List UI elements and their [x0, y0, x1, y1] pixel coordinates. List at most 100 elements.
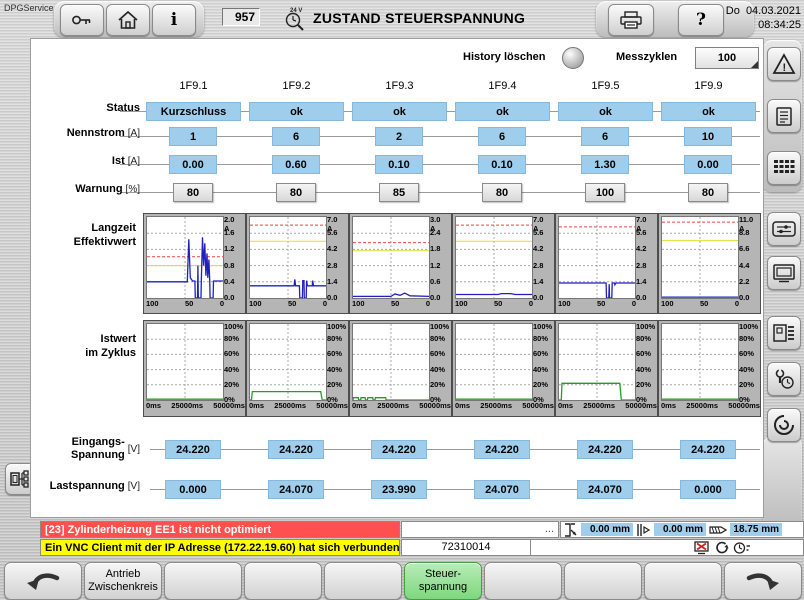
istwert-chart-1F9.1: 100%80%60%40%20%0% 0ms25000ms50000ms: [143, 320, 246, 417]
voltage-check-icon: 24 V: [282, 6, 308, 32]
eingang-value: 24.220: [680, 440, 736, 459]
status-row-label: Status: [0, 102, 140, 114]
istwert-chart-1F9.3: 100%80%60%40%20%0%0ms25000ms50000ms: [349, 320, 452, 417]
warnung-field[interactable]: 100: [585, 183, 625, 202]
settings-sliders-icon: [772, 219, 796, 239]
langzeit-chart-1F9.2: 7.05.64.22.81.40.0A100500: [246, 213, 349, 314]
home-button[interactable]: [106, 4, 150, 36]
forward-arrow-icon: [742, 568, 784, 594]
x-axis-labels: 100500: [352, 299, 430, 308]
nav-steuerspannung-button[interactable]: Steuer-spannung: [404, 562, 482, 600]
langzeit-chart-1F9.4: 7.05.64.22.81.40.0A100500: [452, 213, 555, 314]
eingang-value: 24.220: [268, 440, 324, 459]
warnung-field[interactable]: 80: [173, 183, 213, 202]
print-button[interactable]: [608, 4, 654, 36]
sidebar-log-button[interactable]: [767, 99, 801, 133]
nav-empty-button[interactable]: [564, 562, 642, 600]
ist-value: 0.00: [684, 155, 732, 174]
chart-plot: [661, 323, 739, 401]
warnung-field[interactable]: 80: [482, 183, 522, 202]
sidebar-cycle-button[interactable]: [767, 408, 801, 442]
nav-empty-button[interactable]: [324, 562, 402, 600]
swirl-icon: [773, 414, 795, 436]
chart-plot: [558, 323, 636, 401]
sidebar-keypad-button[interactable]: [767, 151, 801, 185]
chart-plot: [661, 216, 739, 299]
column-header: 1F9.2: [246, 80, 347, 92]
machine-state-icons: [530, 539, 804, 556]
ist-value: 1.30: [581, 155, 629, 174]
warnung-field[interactable]: 85: [379, 183, 419, 202]
cycle-timer-icon: [733, 541, 751, 555]
alarm-message-red[interactable]: [23] Zylinderheizung EE1 ist nicht optim…: [40, 521, 400, 538]
x-axis-labels: 100500: [455, 299, 533, 308]
sidebar-screen-button[interactable]: [767, 256, 801, 290]
sidebar-layout-button[interactable]: [767, 316, 801, 350]
screen-number-field[interactable]: 957: [222, 8, 260, 26]
messzyklen-field[interactable]: 100: [695, 47, 759, 69]
history-clear-label: History löschen: [463, 51, 546, 63]
y-axis-labels: 7.05.64.22.81.40.0A: [327, 216, 348, 297]
x-axis-labels: 0ms25000ms50000ms: [249, 401, 348, 410]
time: 08:34:25: [726, 18, 801, 32]
datetime: Do 04.03.2021 08:34:25: [726, 4, 801, 32]
y-axis-labels: 3.02.41.81.20.60.0A: [430, 216, 451, 297]
y-axis-labels: 100%80%60%40%20%0%: [224, 323, 245, 399]
nav-forward-button[interactable]: [724, 562, 802, 600]
alarm-more-button[interactable]: ...: [401, 521, 559, 538]
help-button[interactable]: ?: [678, 4, 724, 36]
warnung-row-label: Warnung[%]: [0, 183, 140, 195]
nav-empty-button[interactable]: [164, 562, 242, 600]
login-key-button[interactable]: [60, 4, 104, 36]
x-axis-labels: 0ms25000ms50000ms: [146, 401, 245, 410]
help-icon: ?: [696, 10, 706, 30]
sidebar-alarms-button[interactable]: !: [767, 47, 801, 81]
info-button[interactable]: i: [152, 4, 196, 36]
status-value: ok: [661, 102, 756, 121]
nav-back-button[interactable]: [4, 562, 82, 600]
langzeit-chart-1F9.1: 2.01.61.20.80.40.0A100500: [143, 213, 246, 314]
ist-value: 0.10: [375, 155, 423, 174]
chart-plot: [455, 323, 533, 401]
sidebar-bottom-group: [763, 436, 802, 528]
last-value: 24.070: [577, 480, 633, 499]
alarm-warning-icon: !: [772, 53, 796, 75]
y-axis-labels: 7.05.64.22.81.40.0A: [533, 216, 554, 297]
position-readouts: 0.00 mm 0.00 mm 18.75 mm: [560, 521, 804, 538]
chart-plot: [558, 216, 636, 299]
last-value: 23.990: [371, 480, 427, 499]
chart-plot: [352, 323, 430, 401]
nav-empty-button[interactable]: [644, 562, 722, 600]
y-axis-labels: 11.08.86.64.42.20.0A: [739, 216, 760, 297]
printer-icon: [619, 10, 643, 30]
history-clear-button[interactable]: [562, 47, 584, 69]
chart-plot: [455, 216, 533, 299]
nav-antrieb-zwischenkreis-button[interactable]: AntriebZwischenkreis: [84, 562, 162, 600]
status-value: ok: [455, 102, 550, 121]
nennstrom-row-label: Nennstrom[A]: [0, 127, 140, 139]
nav-empty-button[interactable]: [484, 562, 562, 600]
screw-icon: [709, 523, 727, 537]
page-title: ZUSTAND STEUERSPANNUNG: [313, 10, 525, 26]
status-value: ok: [352, 102, 447, 121]
x-axis-labels: 100500: [661, 299, 739, 308]
nennstrom-value: 6: [581, 127, 629, 146]
nennstrom-value: 1: [169, 127, 217, 146]
warnung-field[interactable]: 80: [276, 183, 316, 202]
column-header: 1F9.3: [349, 80, 450, 92]
last-value: 0.000: [165, 480, 221, 499]
date: 04.03.2021: [746, 5, 801, 17]
page-layout-icon: [772, 323, 796, 343]
nav-empty-button[interactable]: [244, 562, 322, 600]
langzeit-chart-1F9.9: 11.08.86.64.42.20.0A100500: [658, 213, 761, 314]
position-value: 0.00 mm: [654, 523, 706, 536]
sidebar-service-button[interactable]: [767, 362, 801, 396]
sidebar-settings-button[interactable]: [767, 212, 801, 246]
x-axis-labels: 0ms25000ms50000ms: [661, 401, 760, 410]
nennstrom-value: 6: [478, 127, 526, 146]
alarm-message-yellow[interactable]: Ein VNC Client mit der IP Adresse (172.2…: [40, 539, 400, 556]
langzeit-chart-1F9.5: 7.05.64.22.81.40.0A100500: [555, 213, 658, 314]
eingang-value: 24.220: [371, 440, 427, 459]
chart-plot: [249, 323, 327, 401]
warnung-field[interactable]: 80: [688, 183, 728, 202]
